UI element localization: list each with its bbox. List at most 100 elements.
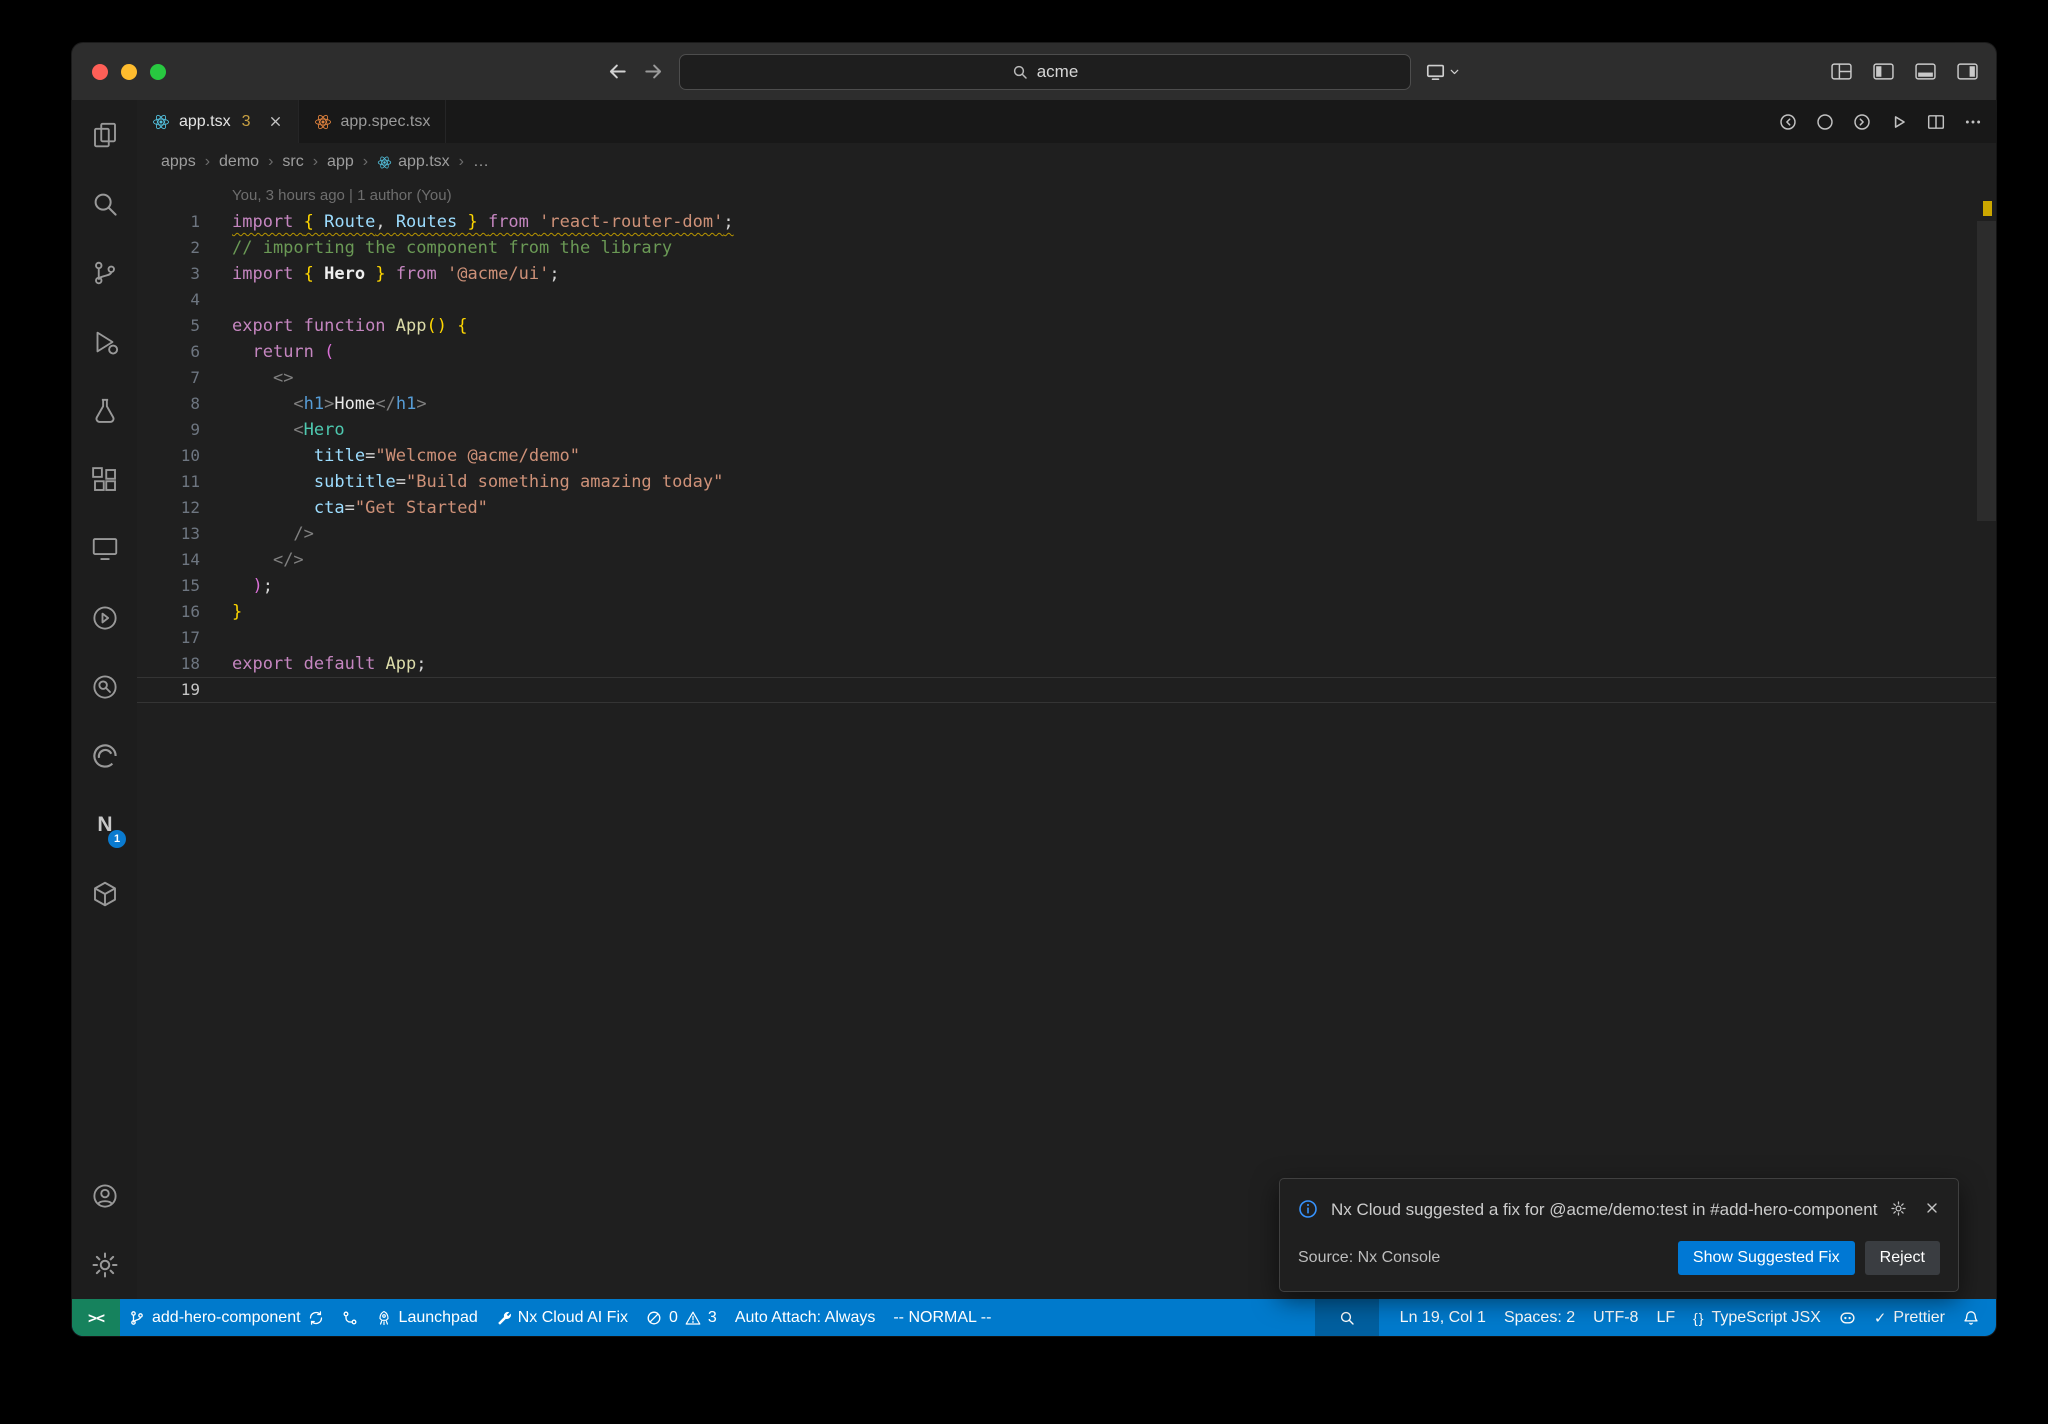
extensions-icon[interactable] (72, 445, 137, 514)
remote-session-dropdown[interactable] (1426, 62, 1461, 81)
line-number[interactable]: 19 (137, 677, 200, 703)
reject-button[interactable]: Reject (1864, 1241, 1940, 1275)
show-suggested-fix-button[interactable]: Show Suggested Fix (1677, 1241, 1855, 1275)
toggle-sidebar-left-icon[interactable] (1873, 63, 1894, 80)
line-number[interactable]: 5 (137, 313, 200, 339)
code-text[interactable]: export function App() { (232, 313, 467, 339)
code-text[interactable]: } (232, 599, 242, 625)
line-number[interactable]: 7 (137, 365, 200, 391)
code-line-1[interactable]: 1 import { Route, Routes } from 'react-ro… (137, 209, 1996, 235)
command-center-search[interactable]: acme (679, 53, 1411, 90)
language-mode-item[interactable]: {} TypeScript JSX (1684, 1299, 1830, 1336)
line-number[interactable]: 4 (137, 287, 200, 313)
navigate-forward-icon[interactable] (643, 61, 664, 82)
toggle-panel-icon[interactable] (1915, 63, 1936, 80)
inspect-icon[interactable] (72, 652, 137, 721)
code-line-16[interactable]: 16} (137, 599, 1996, 625)
run-debug-icon[interactable] (72, 307, 137, 376)
code-text[interactable]: // importing the component from the libr… (232, 235, 672, 261)
code-text[interactable]: return ( (232, 339, 334, 365)
codelens-row[interactable]: You, 3 hours ago | 1 author (You) (137, 183, 1996, 209)
remote-explorer-icon[interactable] (72, 514, 137, 583)
code-text[interactable]: import { Route, Routes } from 'react-rou… (232, 209, 734, 235)
code-line-2[interactable]: 2 // importing the component from the lib… (137, 235, 1996, 261)
tab-app-tsx[interactable]: app.tsx 3 (137, 100, 299, 143)
breadcrumb-item[interactable]: app (327, 153, 354, 171)
line-number[interactable]: 16 (137, 599, 200, 625)
code-line-14[interactable]: 14 </> (137, 547, 1996, 573)
code-text[interactable]: <h1>Home</h1> (232, 391, 426, 417)
close-tab-icon[interactable] (268, 114, 283, 129)
tab-app-spec-tsx[interactable]: app.spec.tsx (299, 100, 447, 143)
play-circle-icon[interactable] (72, 583, 137, 652)
indentation-item[interactable]: Spaces: 2 (1495, 1299, 1584, 1336)
code-line-15[interactable]: 15 ); (137, 573, 1996, 599)
edge-icon[interactable] (72, 721, 137, 790)
breadcrumb-item[interactable]: src (282, 153, 303, 171)
code-text[interactable]: subtitle="Build something amazing today" (232, 469, 723, 495)
line-number[interactable]: 17 (137, 625, 200, 651)
close-window-button[interactable] (92, 63, 108, 80)
line-number[interactable]: 18 (137, 651, 200, 677)
breadcrumb-item[interactable]: demo (219, 153, 259, 171)
explorer-icon[interactable] (72, 100, 137, 169)
copilot-item[interactable] (1830, 1299, 1865, 1336)
code-line-4[interactable]: 4 (137, 287, 1996, 313)
branch-status-item[interactable]: add-hero-component (120, 1299, 333, 1336)
navigate-back-icon[interactable] (607, 61, 628, 82)
cursor-position-item[interactable]: Ln 19, Col 1 (1391, 1299, 1495, 1336)
line-number[interactable]: 10 (137, 443, 200, 469)
code-line-10[interactable]: 10 title="Welcmoe @acme/demo" (137, 443, 1996, 469)
minimize-window-button[interactable] (121, 63, 137, 80)
code-line-7[interactable]: 7 <> (137, 365, 1996, 391)
zoom-status-item[interactable] (1314, 1299, 1379, 1336)
forward-circle-icon[interactable] (1853, 113, 1871, 131)
code-line-5[interactable]: 5 export function App() { (137, 313, 1996, 339)
code-line-9[interactable]: 9 <Hero (137, 417, 1996, 443)
code-text[interactable]: export default App; (232, 651, 427, 677)
line-number[interactable]: 11 (137, 469, 200, 495)
code-text[interactable]: title="Welcmoe @acme/demo" (232, 443, 580, 469)
testing-icon[interactable] (72, 376, 137, 445)
run-file-icon[interactable] (1890, 113, 1908, 131)
launchpad-item[interactable]: Launchpad (367, 1299, 487, 1336)
code-line-19[interactable]: 19 (137, 677, 1996, 703)
code-line-8[interactable]: 8 <h1>Home</h1> (137, 391, 1996, 417)
search-icon[interactable] (72, 169, 137, 238)
nx-cloud-fix-item[interactable]: Nx Cloud AI Fix (487, 1299, 637, 1336)
code-text[interactable]: cta="Get Started" (232, 495, 488, 521)
notification-close-icon[interactable] (1924, 1200, 1940, 1217)
nx-icon[interactable]: N 1 (72, 790, 137, 859)
settings-gear-icon[interactable] (72, 1230, 137, 1299)
line-number[interactable]: 14 (137, 547, 200, 573)
breadcrumb-file[interactable]: app.tsx (377, 153, 450, 171)
line-number[interactable]: 1 (137, 209, 200, 235)
line-number[interactable]: 2 (137, 235, 200, 261)
package-icon[interactable] (72, 859, 137, 928)
line-number[interactable]: 13 (137, 521, 200, 547)
vim-mode-item[interactable]: -- NORMAL -- (884, 1299, 1000, 1336)
code-line-17[interactable]: 17 (137, 625, 1996, 651)
notifications-bell-item[interactable] (1954, 1299, 1988, 1336)
code-line-3[interactable]: 3 import { Hero } from '@acme/ui'; (137, 261, 1996, 287)
code-line-13[interactable]: 13 /> (137, 521, 1996, 547)
line-number[interactable]: 6 (137, 339, 200, 365)
formatter-item[interactable]: ✓ Prettier (1865, 1299, 1954, 1336)
commit-graph-item[interactable] (333, 1299, 367, 1336)
line-number[interactable]: 15 (137, 573, 200, 599)
zoom-window-button[interactable] (150, 63, 166, 80)
problems-item[interactable]: 0 3 (637, 1299, 726, 1336)
code-text[interactable]: </> (232, 547, 304, 573)
line-number[interactable]: 8 (137, 391, 200, 417)
line-number[interactable]: 3 (137, 261, 200, 287)
code-text[interactable]: <> (232, 365, 293, 391)
split-editor-icon[interactable] (1927, 113, 1945, 131)
customize-layout-icon[interactable] (1831, 63, 1852, 80)
more-actions-icon[interactable] (1964, 113, 1982, 131)
code-line-18[interactable]: 18 export default App; (137, 651, 1996, 677)
remote-indicator[interactable]: >< (72, 1299, 120, 1336)
code-line-6[interactable]: 6 return ( (137, 339, 1996, 365)
eol-item[interactable]: LF (1647, 1299, 1684, 1336)
code-editor[interactable]: You, 3 hours ago | 1 author (You) 1 impor… (137, 181, 1996, 1299)
codelens-blame[interactable]: You, 3 hours ago | 1 author (You) (232, 183, 452, 209)
